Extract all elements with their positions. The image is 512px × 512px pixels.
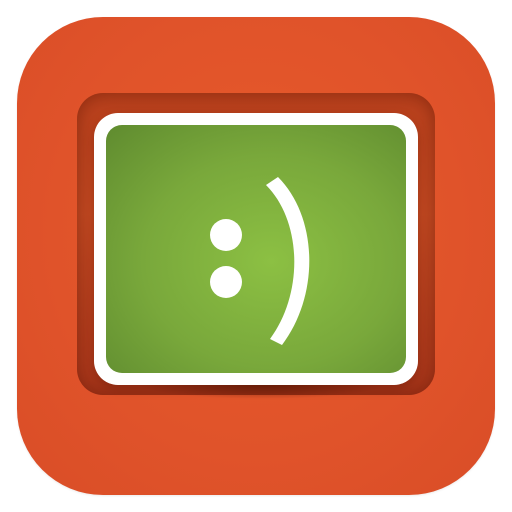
- app-icon[interactable]: [17, 17, 495, 495]
- smiley-eye-bottom: [210, 266, 242, 298]
- tv-screen-display: [106, 125, 406, 373]
- icon-canvas: [0, 0, 512, 512]
- smiley-face-icon: [210, 177, 310, 345]
- smiley-eye-top: [210, 219, 242, 251]
- tv-screen-bezel: [94, 113, 418, 385]
- smiley-mouth: [266, 177, 310, 345]
